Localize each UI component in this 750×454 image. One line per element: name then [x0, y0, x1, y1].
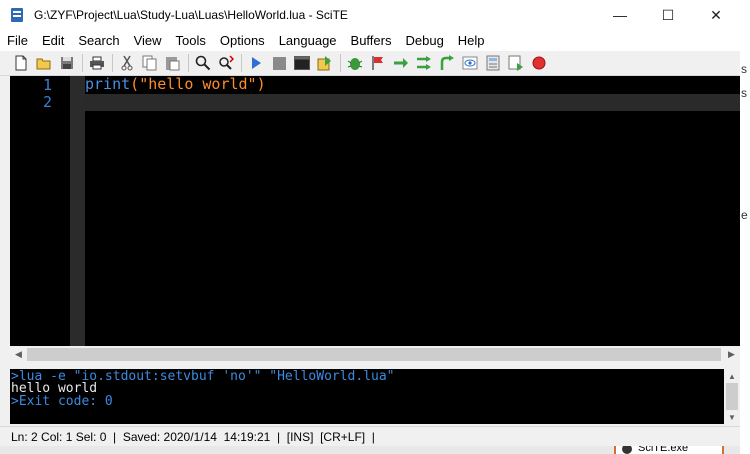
run-icon[interactable]	[247, 54, 265, 72]
flag-icon[interactable]	[369, 54, 387, 72]
toolbar-separator	[241, 54, 242, 72]
stop-icon[interactable]	[270, 54, 288, 72]
line-number-gutter: 1 2	[10, 76, 70, 346]
compile-icon[interactable]	[316, 54, 334, 72]
toolbar	[0, 51, 740, 76]
breakpoints-icon[interactable]	[507, 54, 525, 72]
save-icon[interactable]	[58, 54, 76, 72]
background-window-edge: s s e	[740, 0, 750, 454]
replace-icon[interactable]	[217, 54, 235, 72]
menu-edit[interactable]: Edit	[35, 30, 71, 51]
menu-file[interactable]: File	[0, 30, 35, 51]
editor-horizontal-scrollbar[interactable]: ◀ ▶	[10, 346, 740, 363]
step-out-icon[interactable]	[438, 54, 456, 72]
new-file-icon[interactable]	[12, 54, 30, 72]
menu-help[interactable]: Help	[451, 30, 492, 51]
calculator-icon[interactable]	[484, 54, 502, 72]
background-glyph: s	[741, 86, 747, 100]
status-bar: Ln: 2 Col: 1 Sel: 0 | Saved: 2020/1/14 1…	[0, 426, 740, 446]
fold-margin[interactable]	[70, 76, 85, 346]
record-icon[interactable]	[530, 54, 548, 72]
scroll-left-icon[interactable]: ◀	[10, 346, 27, 363]
line-number: 2	[42, 93, 52, 111]
code-function: print	[85, 75, 131, 93]
scroll-right-icon[interactable]: ▶	[723, 346, 740, 363]
toolbar-separator	[340, 54, 341, 72]
line-number: 1	[42, 76, 52, 94]
code-line[interactable]: print("hello world")	[85, 76, 740, 93]
toolbar-separator	[82, 54, 83, 72]
paste-icon[interactable]	[164, 54, 182, 72]
maximize-button[interactable]: ☐	[644, 0, 692, 30]
output-vertical-scrollbar[interactable]: ▲ ▼	[724, 369, 740, 424]
step-over-icon[interactable]	[415, 54, 433, 72]
step-icon[interactable]	[392, 54, 410, 72]
menu-view[interactable]: View	[127, 30, 169, 51]
toolbar-separator	[188, 54, 189, 72]
toolbar-separator	[112, 54, 113, 72]
code-line-current[interactable]	[85, 94, 740, 111]
window-title: G:\ZYF\Project\Lua\Study-Lua\Luas\HelloW…	[34, 8, 348, 22]
find-icon[interactable]	[194, 54, 212, 72]
code-paren: )	[256, 75, 266, 93]
print-icon[interactable]	[88, 54, 106, 72]
copy-icon[interactable]	[141, 54, 159, 72]
background-glyph: e	[741, 208, 748, 222]
menu-tools[interactable]: Tools	[169, 30, 213, 51]
watch-eye-icon[interactable]	[461, 54, 479, 72]
menu-language[interactable]: Language	[272, 30, 344, 51]
console-icon[interactable]	[293, 54, 311, 72]
menu-buffers[interactable]: Buffers	[344, 30, 399, 51]
background-glyph: s	[741, 62, 747, 76]
cut-icon[interactable]	[118, 54, 136, 72]
menu-debug[interactable]: Debug	[398, 30, 450, 51]
close-button[interactable]: ✕	[692, 0, 740, 30]
code-paren: (	[130, 75, 140, 93]
minimize-button[interactable]: —	[596, 0, 644, 30]
scroll-down-icon[interactable]: ▼	[724, 410, 740, 424]
title-bar: G:\ZYF\Project\Lua\Study-Lua\Luas\HelloW…	[0, 0, 740, 30]
code-editor[interactable]: 1 2 print("hello world")	[10, 76, 740, 346]
scrollbar-thumb[interactable]	[27, 348, 721, 361]
output-pane[interactable]: >lua -e "io.stdout:setvbuf 'no'" "HelloW…	[10, 369, 724, 424]
menu-bar: File Edit Search View Tools Options Lang…	[0, 30, 740, 51]
menu-options[interactable]: Options	[213, 30, 272, 51]
scroll-up-icon[interactable]: ▲	[724, 369, 740, 383]
debug-bug-icon[interactable]	[346, 54, 364, 72]
code-string: "hello world"	[139, 75, 257, 93]
status-text: Ln: 2 Col: 1 Sel: 0 | Saved: 2020/1/14 1…	[11, 429, 375, 444]
output-line: >Exit code: 0	[11, 394, 113, 409]
menu-search[interactable]: Search	[71, 30, 126, 51]
scrollbar-thumb[interactable]	[726, 383, 738, 410]
scite-app-icon	[9, 7, 25, 23]
open-folder-icon[interactable]	[35, 54, 53, 72]
